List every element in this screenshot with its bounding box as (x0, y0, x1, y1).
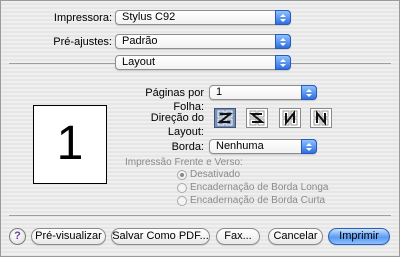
layout-n-button[interactable] (279, 108, 301, 128)
border-popup[interactable]: Nenhuma (209, 139, 317, 154)
pages-per-sheet-label: Páginas por Folha: (145, 87, 204, 113)
presets-label: Pré-ajustes: (53, 36, 112, 48)
printer-popup[interactable]: Stylus C92 (115, 10, 291, 25)
preview-page-number: 1 (56, 117, 84, 170)
save-as-pdf-button[interactable]: Salvar Como PDF... (111, 228, 210, 245)
panel-popup[interactable]: Layout (115, 55, 291, 70)
help-button[interactable]: ? (9, 228, 26, 245)
layout-n-icon (282, 110, 298, 126)
border-label: Borda: (171, 141, 204, 153)
page-preview: 1 (33, 105, 107, 184)
border-value: Nenhuma (216, 140, 264, 152)
panel-value: Layout (122, 56, 156, 68)
popup-arrows-icon (275, 10, 291, 25)
layout-z-button[interactable] (214, 108, 236, 128)
pages-per-sheet-popup[interactable]: 1 (209, 85, 317, 100)
fax-button[interactable]: Fax... (216, 228, 260, 245)
layout-z-reversed-button[interactable] (246, 108, 268, 128)
duplex-option-label: Encadernação de Borda Curta (190, 195, 326, 206)
presets-popup[interactable]: Padrão (115, 34, 291, 49)
separator (9, 215, 391, 216)
layout-z-icon (217, 110, 233, 126)
popup-arrows-icon (275, 34, 291, 49)
duplex-option-label: Desativado (190, 169, 241, 180)
radio-icon (177, 196, 187, 206)
print-button[interactable]: Imprimir (328, 228, 390, 245)
layout-n-reversed-icon (313, 110, 329, 126)
duplex-label: Impressão Frente e Verso: (125, 157, 243, 168)
radio-icon (177, 183, 187, 193)
popup-arrows-icon (275, 55, 291, 70)
printer-label: Impressora: (53, 12, 112, 24)
layout-direction-label: Direção do Layout: (150, 112, 204, 138)
radio-icon (177, 170, 187, 180)
popup-arrows-icon (301, 139, 317, 154)
layout-z-reversed-icon (249, 110, 265, 126)
preview-button[interactable]: Pré-visualizar (31, 228, 106, 245)
printer-value: Stylus C92 (122, 11, 176, 23)
duplex-option-label: Encadernação de Borda Longa (190, 182, 329, 193)
popup-arrows-icon (301, 85, 317, 100)
presets-value: Padrão (122, 35, 158, 47)
pages-per-sheet-value: 1 (216, 86, 223, 98)
cancel-button[interactable]: Cancelar (268, 228, 323, 245)
layout-n-reversed-button[interactable] (310, 108, 332, 128)
